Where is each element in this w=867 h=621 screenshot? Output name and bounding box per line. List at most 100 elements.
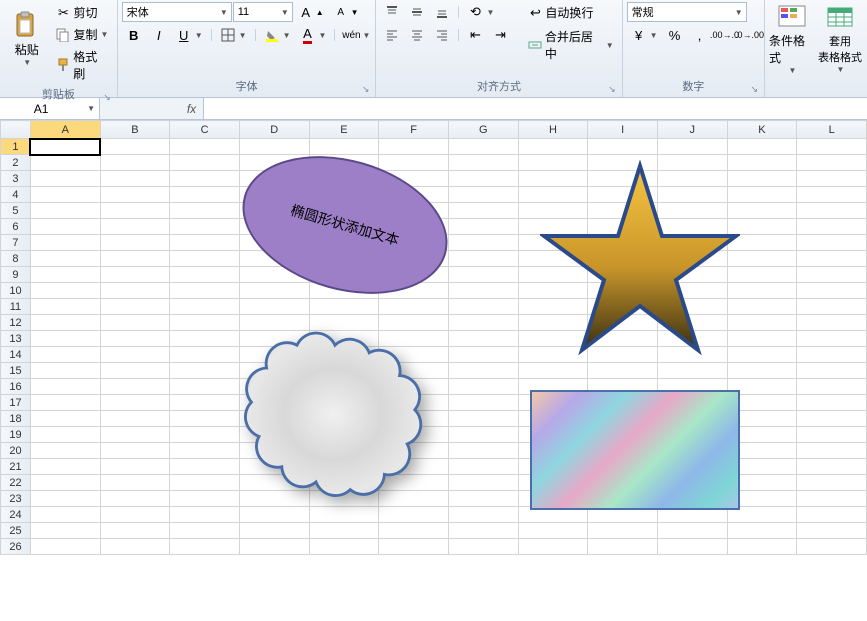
column-header[interactable]: F (379, 121, 449, 139)
column-header[interactable]: E (309, 121, 379, 139)
cell[interactable] (30, 475, 100, 491)
cell[interactable] (100, 411, 170, 427)
select-all-corner[interactable] (1, 121, 31, 139)
cell[interactable] (379, 155, 449, 171)
cell[interactable] (170, 299, 240, 315)
font-size-combo[interactable]: ▼ (233, 2, 293, 22)
cell[interactable] (448, 267, 518, 283)
cell[interactable] (448, 523, 518, 539)
paste-button[interactable]: 粘贴 ▼ (4, 2, 49, 74)
cell[interactable] (797, 507, 867, 523)
cell[interactable] (448, 379, 518, 395)
cell[interactable] (657, 539, 727, 555)
cell[interactable] (379, 139, 449, 155)
row-header[interactable]: 24 (1, 507, 31, 523)
cell[interactable] (170, 187, 240, 203)
cell[interactable] (100, 219, 170, 235)
row-header[interactable]: 15 (1, 363, 31, 379)
font-name-combo[interactable]: ▼ (122, 2, 232, 22)
cell[interactable] (100, 171, 170, 187)
cell[interactable] (30, 315, 100, 331)
cell[interactable] (797, 491, 867, 507)
cell[interactable] (100, 139, 170, 155)
cell[interactable] (448, 315, 518, 331)
cell[interactable] (797, 443, 867, 459)
cell[interactable] (657, 523, 727, 539)
fx-label[interactable]: fx (180, 98, 204, 119)
cell[interactable] (448, 507, 518, 523)
cell[interactable] (797, 299, 867, 315)
cell[interactable] (100, 315, 170, 331)
row-header[interactable]: 7 (1, 235, 31, 251)
cell[interactable] (448, 427, 518, 443)
column-header[interactable]: L (797, 121, 867, 139)
cell[interactable] (170, 427, 240, 443)
column-header[interactable]: K (727, 121, 797, 139)
star-shape[interactable] (540, 160, 740, 360)
shrink-font-button[interactable]: A▼ (329, 2, 363, 22)
cell[interactable] (30, 267, 100, 283)
cell[interactable] (727, 363, 797, 379)
cell[interactable] (30, 299, 100, 315)
cell[interactable] (797, 523, 867, 539)
cell[interactable] (30, 443, 100, 459)
cell[interactable] (448, 443, 518, 459)
cell[interactable] (30, 411, 100, 427)
cell[interactable] (797, 427, 867, 443)
row-header[interactable]: 9 (1, 267, 31, 283)
cell[interactable] (448, 139, 518, 155)
cell[interactable] (170, 267, 240, 283)
cell[interactable] (30, 155, 100, 171)
underline-button[interactable]: U▼ (172, 25, 207, 45)
bold-button[interactable]: B (122, 25, 146, 45)
cell[interactable] (518, 139, 588, 155)
cell[interactable] (309, 523, 379, 539)
cell[interactable] (797, 251, 867, 267)
cell[interactable] (518, 363, 588, 379)
row-header[interactable]: 18 (1, 411, 31, 427)
cut-button[interactable]: ✂ 剪切 (51, 2, 112, 23)
cell[interactable] (448, 363, 518, 379)
merge-center-button[interactable]: 合并后居中▼ (523, 26, 617, 64)
cell[interactable] (448, 491, 518, 507)
cell[interactable] (448, 235, 518, 251)
cell[interactable] (170, 523, 240, 539)
cell[interactable] (170, 203, 240, 219)
column-header[interactable]: H (518, 121, 588, 139)
cell[interactable] (797, 235, 867, 251)
cell[interactable] (797, 203, 867, 219)
cell[interactable] (100, 459, 170, 475)
row-header[interactable]: 21 (1, 459, 31, 475)
cell[interactable] (30, 539, 100, 555)
row-header[interactable]: 4 (1, 187, 31, 203)
column-header[interactable]: J (657, 121, 727, 139)
row-header[interactable]: 25 (1, 523, 31, 539)
cell[interactable] (30, 523, 100, 539)
cell[interactable] (239, 315, 309, 331)
cell[interactable] (170, 475, 240, 491)
cell[interactable] (100, 443, 170, 459)
align-right-button[interactable] (430, 25, 454, 45)
cell[interactable] (797, 347, 867, 363)
cell[interactable] (100, 331, 170, 347)
cell[interactable] (170, 363, 240, 379)
row-header[interactable]: 23 (1, 491, 31, 507)
cell[interactable] (797, 187, 867, 203)
row-header[interactable]: 2 (1, 155, 31, 171)
cell[interactable] (797, 395, 867, 411)
cell[interactable] (30, 251, 100, 267)
cloud-shape[interactable] (235, 330, 435, 520)
cell[interactable] (30, 459, 100, 475)
cell[interactable] (588, 139, 658, 155)
chevron-down-icon[interactable]: ▼ (83, 104, 99, 113)
cell[interactable] (30, 491, 100, 507)
cell[interactable] (100, 363, 170, 379)
cell[interactable] (588, 523, 658, 539)
format-painter-button[interactable]: 格式刷 (51, 46, 112, 84)
fill-color-button[interactable]: ▼ (260, 25, 295, 45)
cell[interactable] (448, 539, 518, 555)
cell[interactable] (170, 331, 240, 347)
orientation-button[interactable]: ⟲▼ (463, 2, 498, 22)
cell[interactable] (30, 379, 100, 395)
cell[interactable] (727, 523, 797, 539)
